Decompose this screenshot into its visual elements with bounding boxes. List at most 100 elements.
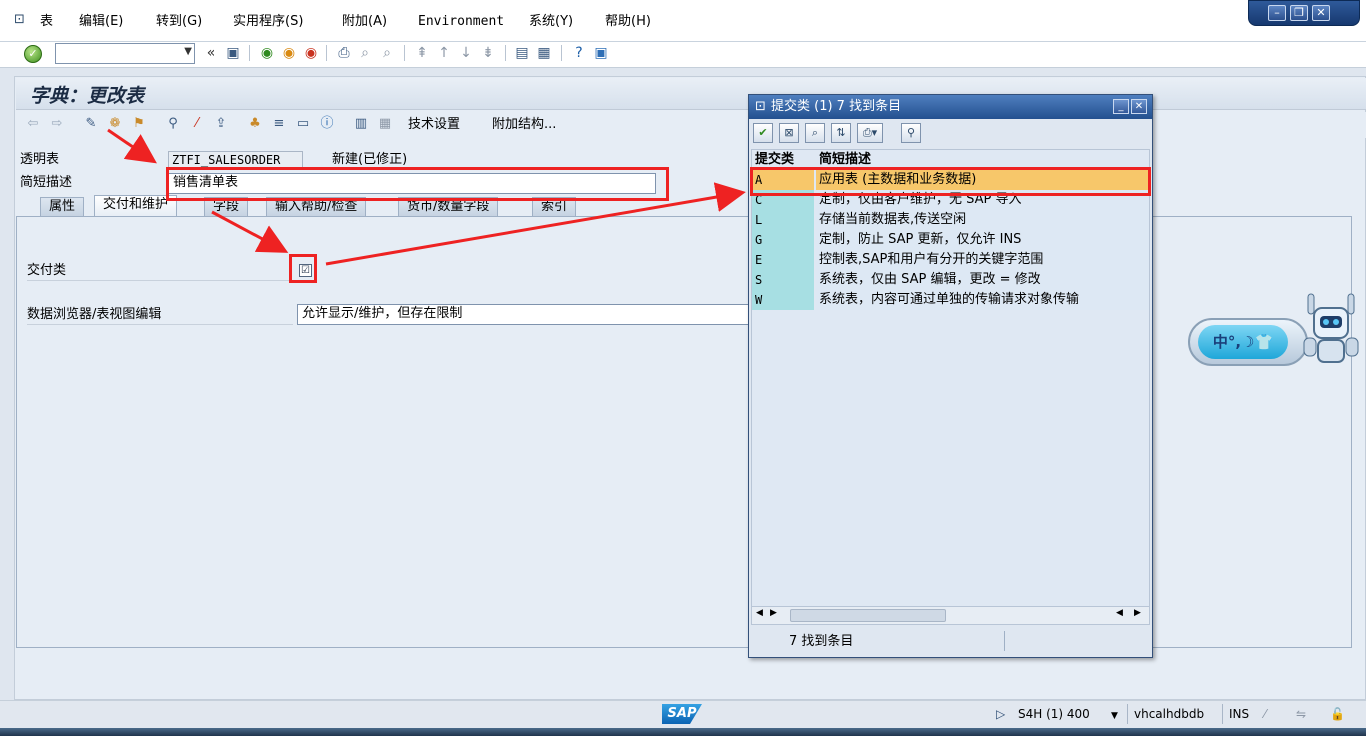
divider: [1127, 704, 1128, 724]
technical-settings-button[interactable]: 技术设置: [408, 116, 460, 134]
divider: [27, 324, 293, 325]
chevron-down-icon[interactable]: ▼: [184, 46, 192, 57]
insert-mode: INS: [1229, 707, 1250, 721]
where-used-icon[interactable]: ⚲: [164, 115, 182, 133]
toolbar-separator: [249, 45, 250, 61]
minimize-icon[interactable]: _: [1113, 99, 1129, 114]
delivery-class-key: L: [752, 210, 814, 230]
find-next-icon[interactable]: ⌕: [378, 44, 396, 62]
align-icon[interactable]: ≡: [270, 115, 288, 133]
scroll-left-icon[interactable]: ◀: [1116, 608, 1123, 618]
restore-icon[interactable]: ❐: [1290, 5, 1308, 21]
new-session-icon[interactable]: ▤: [513, 44, 531, 62]
lock-icon[interactable]: 🔓: [1330, 706, 1345, 722]
window-controls: – ❐ ✕: [1248, 0, 1360, 26]
delivery-class-key: S: [752, 270, 814, 290]
dialog-icon: ⊡: [755, 99, 766, 114]
delivery-class-label: 交付类: [27, 263, 67, 278]
layout-icon[interactable]: ▭: [294, 115, 312, 133]
back-icon[interactable]: ◉: [258, 44, 276, 62]
list-item[interactable]: W 系统表，内容可通过单独的传输请求对象传输: [752, 290, 1149, 310]
menu-goto[interactable]: 转到(G): [156, 13, 202, 31]
empty-rows: [752, 310, 1149, 606]
save-icon[interactable]: ▣: [224, 44, 242, 62]
info-icon[interactable]: ⓘ: [318, 115, 336, 133]
arrow-right-icon[interactable]: ⇨: [48, 115, 66, 133]
print-icon[interactable]: ⎙▾: [857, 123, 883, 143]
customize-icon[interactable]: ▣: [592, 44, 610, 62]
delivery-class-key: W: [752, 290, 814, 310]
display-change-icon[interactable]: ✎: [82, 115, 100, 133]
menu-extras[interactable]: 附加(A): [342, 13, 387, 31]
close-icon[interactable]: ✕: [1131, 99, 1147, 114]
taskbar: [0, 728, 1366, 736]
menu-bar: ⊡ 表 编辑(E) 转到(G) 实用程序(S) 附加(A) Environmen…: [0, 0, 1366, 42]
scroll-right-icon[interactable]: ▶: [1134, 608, 1141, 618]
first-page-icon[interactable]: ⇞: [413, 44, 431, 62]
short-description-label: 简短描述: [20, 175, 73, 190]
scroll-thumb[interactable]: [790, 609, 946, 622]
menu-edit[interactable]: 编辑(E): [79, 13, 123, 31]
table-grid-icon[interactable]: ▦: [376, 115, 394, 133]
menu-help[interactable]: 帮助(H): [605, 13, 651, 31]
confirm-icon[interactable]: ✔: [753, 123, 773, 143]
hierarchy-icon[interactable]: ♣: [246, 115, 264, 133]
toolbar-separator: [404, 45, 405, 61]
menu-utilities[interactable]: 实用程序(S): [233, 13, 303, 31]
previous-page-icon[interactable]: ↑: [435, 44, 453, 62]
dialog-titlebar: ⊡ 提交类 (1) 7 找到条目 _ ✕: [749, 95, 1152, 119]
back-arrows-icon[interactable]: «: [202, 44, 220, 62]
command-field[interactable]: ▼: [55, 43, 195, 64]
horizontal-scrollbar[interactable]: ◀ ▶ ◀ ▶: [752, 606, 1149, 624]
check-icon[interactable]: ❁: [106, 115, 124, 133]
scroll-left-icon[interactable]: ◀: [756, 608, 763, 618]
help-icon[interactable]: ?: [570, 44, 588, 62]
settings-icon[interactable]: ⚲: [901, 123, 921, 143]
print-icon[interactable]: ⎙: [335, 44, 353, 62]
ime-status[interactable]: 中°,☽👕: [1198, 325, 1288, 359]
tab-attributes[interactable]: 属性: [40, 197, 85, 216]
tab-delivery-maintenance[interactable]: 交付和维护: [94, 195, 178, 217]
host-name: vhcalhdbdb: [1134, 707, 1205, 721]
scroll-right-icon[interactable]: ▶: [770, 608, 777, 618]
navigate-icon[interactable]: ⇪: [212, 115, 230, 133]
find-icon[interactable]: ⌕: [356, 44, 374, 62]
delivery-class-description: 系统表，仅由 SAP 编辑，更改 = 修改: [816, 270, 1149, 290]
shortcut-icon[interactable]: ▦: [535, 44, 553, 62]
object-list-icon[interactable]: ⁄: [188, 115, 206, 133]
find-icon[interactable]: ⌕: [805, 123, 825, 143]
chevron-down-icon[interactable]: ▼: [1111, 708, 1118, 724]
list-item[interactable]: G 定制，防止 SAP 更新，仅允许 INS: [752, 230, 1149, 250]
menu-system[interactable]: 系统(Y): [529, 13, 573, 31]
menu-table[interactable]: 表: [40, 13, 53, 31]
data-browser-field[interactable]: 允许显示/维护，但存在限制: [297, 304, 749, 325]
sort-icon[interactable]: ⇅: [831, 123, 851, 143]
next-page-icon[interactable]: ↓: [457, 44, 475, 62]
ok-icon[interactable]: ✓: [24, 45, 42, 63]
minimize-icon[interactable]: –: [1268, 5, 1286, 21]
toolbar-separator: [326, 45, 327, 61]
close-icon[interactable]: ✕: [1312, 5, 1330, 21]
append-structure-button[interactable]: 附加结构...: [492, 116, 556, 134]
delivery-class-description: 存储当前数据表,传送空闲: [816, 210, 1149, 230]
exit-icon[interactable]: ◉: [280, 44, 298, 62]
list-item[interactable]: L 存储当前数据表,传送空闲: [752, 210, 1149, 230]
menu-environment[interactable]: Environment: [418, 13, 504, 31]
delivery-class-description: 定制，防止 SAP 更新，仅允许 INS: [816, 230, 1149, 250]
cancel-icon[interactable]: ⊠: [779, 123, 799, 143]
list-item[interactable]: E 控制表,SAP和用户有分开的关键字范围: [752, 250, 1149, 270]
edit-icon[interactable]: ⁄: [1264, 706, 1266, 722]
divider: [1004, 631, 1005, 651]
play-icon[interactable]: ▷: [996, 706, 1005, 722]
delivery-class-description: 系统表，内容可通过单独的传输请求对象传输: [816, 290, 1149, 310]
activate-icon[interactable]: ⚑: [130, 115, 148, 133]
data-browser-label: 数据浏览器/表视图编辑: [27, 307, 162, 322]
table-icon[interactable]: ⊡: [14, 12, 30, 28]
arrow-left-icon[interactable]: ⇦: [24, 115, 42, 133]
cancel-icon[interactable]: ◉: [302, 44, 320, 62]
list-item[interactable]: S 系统表，仅由 SAP 编辑，更改 = 修改: [752, 270, 1149, 290]
annotation-box: [750, 167, 1151, 196]
contents-icon[interactable]: ▥: [352, 115, 370, 133]
options-icon[interactable]: ⇋: [1296, 706, 1306, 722]
last-page-icon[interactable]: ⇟: [479, 44, 497, 62]
